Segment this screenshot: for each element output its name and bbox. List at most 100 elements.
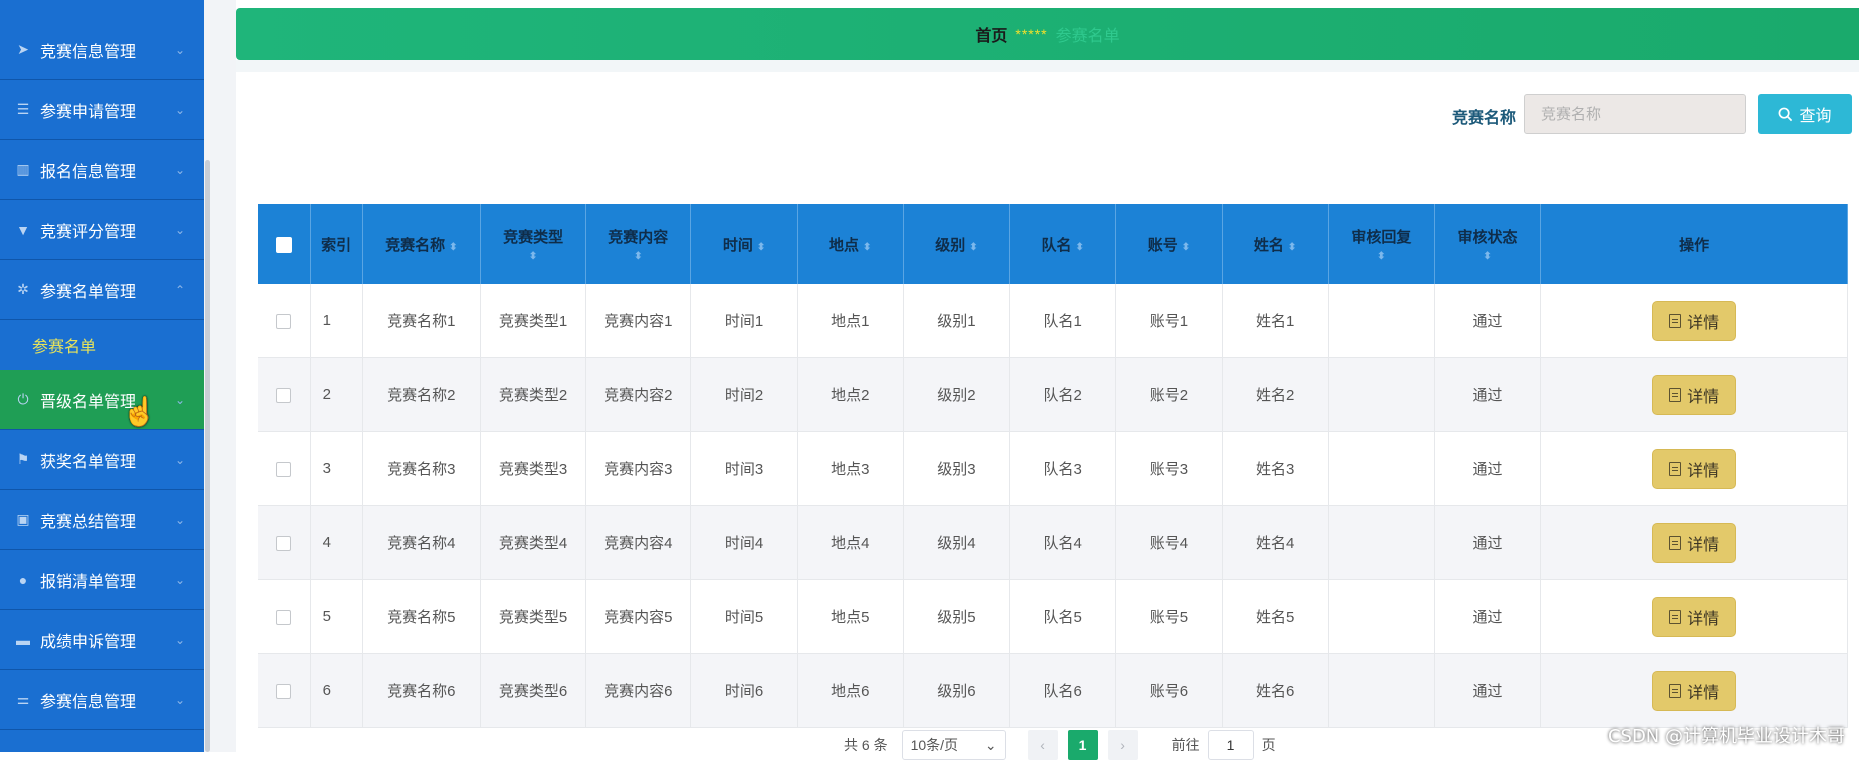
- sidebar-item[interactable]: ▥ 报名信息管理 ⌄: [0, 140, 204, 200]
- chevron-down-icon: ⌄: [174, 102, 186, 117]
- goto-page-input[interactable]: [1207, 730, 1254, 760]
- cell-action: 详情: [1540, 431, 1848, 506]
- column-header-status[interactable]: 审核状态 ⬍: [1434, 204, 1542, 284]
- breadcrumb-separator: *****: [1015, 26, 1048, 42]
- chevron-down-icon: ⌄: [174, 512, 186, 527]
- prev-page-button[interactable]: ‹: [1027, 730, 1058, 760]
- chevron-down-icon: ⌄: [174, 222, 186, 237]
- cell-level: 级别5: [903, 579, 1011, 654]
- sort-icon[interactable]: ⬍: [757, 242, 765, 253]
- cell-index: 3: [310, 431, 363, 506]
- sidebar-item-label: 报销清单管理: [40, 573, 137, 591]
- document-icon: [1669, 387, 1682, 402]
- cell-type: 竞赛类型3: [480, 431, 587, 506]
- cell-account: 账号4: [1115, 505, 1223, 580]
- send-icon: ➤: [17, 41, 29, 57]
- table-row: 1 竞赛名称1 竞赛类型1 竞赛内容1 时间1 地点1 级别1 队名1 账号1 姓名1 通过 详情: [258, 284, 1848, 358]
- cell-level: 级别2: [903, 357, 1011, 432]
- row-checkbox[interactable]: [276, 387, 292, 403]
- row-select-cell[interactable]: [258, 284, 311, 358]
- cell-content: 竞赛内容1: [585, 284, 692, 358]
- row-checkbox[interactable]: [276, 609, 292, 625]
- sort-icon[interactable]: ⬍: [1075, 242, 1083, 253]
- comment-icon: ▼: [16, 221, 30, 238]
- page-number-current[interactable]: 1: [1067, 730, 1098, 760]
- location-icon: ●: [18, 571, 28, 588]
- sidebar-item[interactable]: ▬ 成绩申诉管理 ⌄: [0, 610, 204, 670]
- sort-icon[interactable]: ⬍: [863, 242, 871, 253]
- row-checkbox[interactable]: [276, 461, 292, 477]
- detail-button[interactable]: 详情: [1652, 522, 1737, 563]
- column-header-account[interactable]: 账号 ⬍: [1115, 204, 1223, 284]
- detail-button[interactable]: 详情: [1652, 596, 1737, 637]
- sidebar-item[interactable]: ● 报销清单管理 ⌄: [0, 550, 204, 610]
- sidebar-item[interactable]: ✲ 参赛名单管理 ⌃: [0, 260, 204, 320]
- search-input[interactable]: [1524, 94, 1746, 134]
- sort-icon[interactable]: ⬍: [485, 251, 581, 262]
- column-header-team[interactable]: 队名 ⬍: [1009, 204, 1117, 284]
- sort-icon[interactable]: ⬍: [449, 242, 457, 253]
- cell-time: 时间6: [690, 653, 798, 728]
- select-all-cell[interactable]: [258, 204, 311, 284]
- cell-reply: [1328, 505, 1435, 580]
- cell-place: 地点6: [797, 653, 904, 728]
- column-header-reply[interactable]: 审核回复 ⬍: [1328, 204, 1435, 284]
- table-row: 5 竞赛名称5 竞赛类型5 竞赛内容5 时间5 地点5 级别5 队名5 账号5 姓名5 通过 详情: [258, 579, 1848, 654]
- search-button[interactable]: 查询: [1758, 94, 1852, 134]
- sidebar-scrollbar[interactable]: [205, 160, 210, 752]
- sort-icon[interactable]: ⬍: [1288, 242, 1296, 253]
- cell-status: 通过: [1434, 431, 1542, 506]
- document-icon: [1669, 683, 1682, 698]
- column-header-name[interactable]: 竞赛名称 ⬍: [362, 204, 481, 284]
- column-header-time[interactable]: 时间 ⬍: [690, 204, 798, 284]
- detail-button[interactable]: 详情: [1652, 448, 1737, 489]
- breadcrumb-current: 参赛名单: [1055, 28, 1120, 45]
- clipboard-icon: ▣: [16, 511, 30, 527]
- hand-cursor-icon: ☝: [122, 396, 157, 427]
- column-header-level[interactable]: 级别 ⬍: [903, 204, 1011, 284]
- row-checkbox[interactable]: [276, 535, 292, 551]
- column-header-content[interactable]: 竞赛内容 ⬍: [585, 204, 692, 284]
- sidebar-item[interactable]: ⚌ 参赛信息管理 ⌄: [0, 670, 204, 730]
- sort-icon[interactable]: ⬍: [969, 242, 977, 253]
- sidebar-item[interactable]: ⚑ 获奖名单管理 ⌄: [0, 430, 204, 490]
- cell-level: 级别6: [903, 653, 1011, 728]
- row-checkbox[interactable]: [276, 313, 292, 329]
- detail-button[interactable]: 详情: [1652, 670, 1737, 711]
- sort-icon[interactable]: ⬍: [1333, 251, 1430, 262]
- sidebar-item[interactable]: ▣ 竞赛总结管理 ⌄: [0, 490, 204, 550]
- document-icon: [1669, 609, 1682, 624]
- row-select-cell[interactable]: [258, 653, 311, 728]
- chevron-down-icon: ⌄: [174, 162, 186, 177]
- column-header-person[interactable]: 姓名 ⬍: [1222, 204, 1329, 284]
- sidebar-item[interactable]: ☰ 参赛申请管理 ⌄: [0, 80, 204, 140]
- row-select-cell[interactable]: [258, 357, 311, 432]
- detail-button[interactable]: 详情: [1652, 374, 1737, 415]
- detail-button[interactable]: 详情: [1652, 300, 1737, 341]
- breadcrumb-home[interactable]: 首页: [975, 22, 1007, 46]
- sidebar-item[interactable]: ▼ 竞赛评分管理 ⌄: [0, 200, 204, 260]
- row-checkbox[interactable]: [276, 683, 292, 699]
- cell-time: 时间3: [690, 431, 798, 506]
- sort-icon[interactable]: ⬍: [590, 251, 686, 262]
- cell-reply: [1328, 357, 1435, 432]
- row-select-cell[interactable]: [258, 431, 311, 506]
- sidebar-item[interactable]: ➤ 竞赛信息管理 ⌄: [0, 20, 204, 80]
- next-page-button[interactable]: ›: [1107, 730, 1138, 760]
- select-all-checkbox[interactable]: [275, 236, 292, 253]
- column-header-type[interactable]: 竞赛类型 ⬍: [480, 204, 587, 284]
- column-header-place[interactable]: 地点 ⬍: [797, 204, 904, 284]
- row-select-cell[interactable]: [258, 579, 311, 654]
- sidebar-item[interactable]: ⏻ 晋级名单管理 ⌄: [0, 370, 204, 430]
- cell-person: 姓名2: [1222, 357, 1329, 432]
- chevron-down-icon: ⌄: [174, 632, 186, 647]
- page-size-select[interactable]: 10条/页 ⌄: [901, 730, 1006, 760]
- row-select-cell[interactable]: [258, 505, 311, 580]
- sort-icon[interactable]: ⬍: [1182, 242, 1190, 253]
- cell-status: 通过: [1434, 357, 1542, 432]
- sidebar-subitem[interactable]: 参赛名单: [0, 320, 204, 370]
- document-icon: [1669, 535, 1682, 550]
- sort-icon[interactable]: ⬍: [1439, 251, 1536, 262]
- detail-button-label: 详情: [1687, 388, 1720, 406]
- cell-content: 竞赛内容5: [585, 579, 692, 654]
